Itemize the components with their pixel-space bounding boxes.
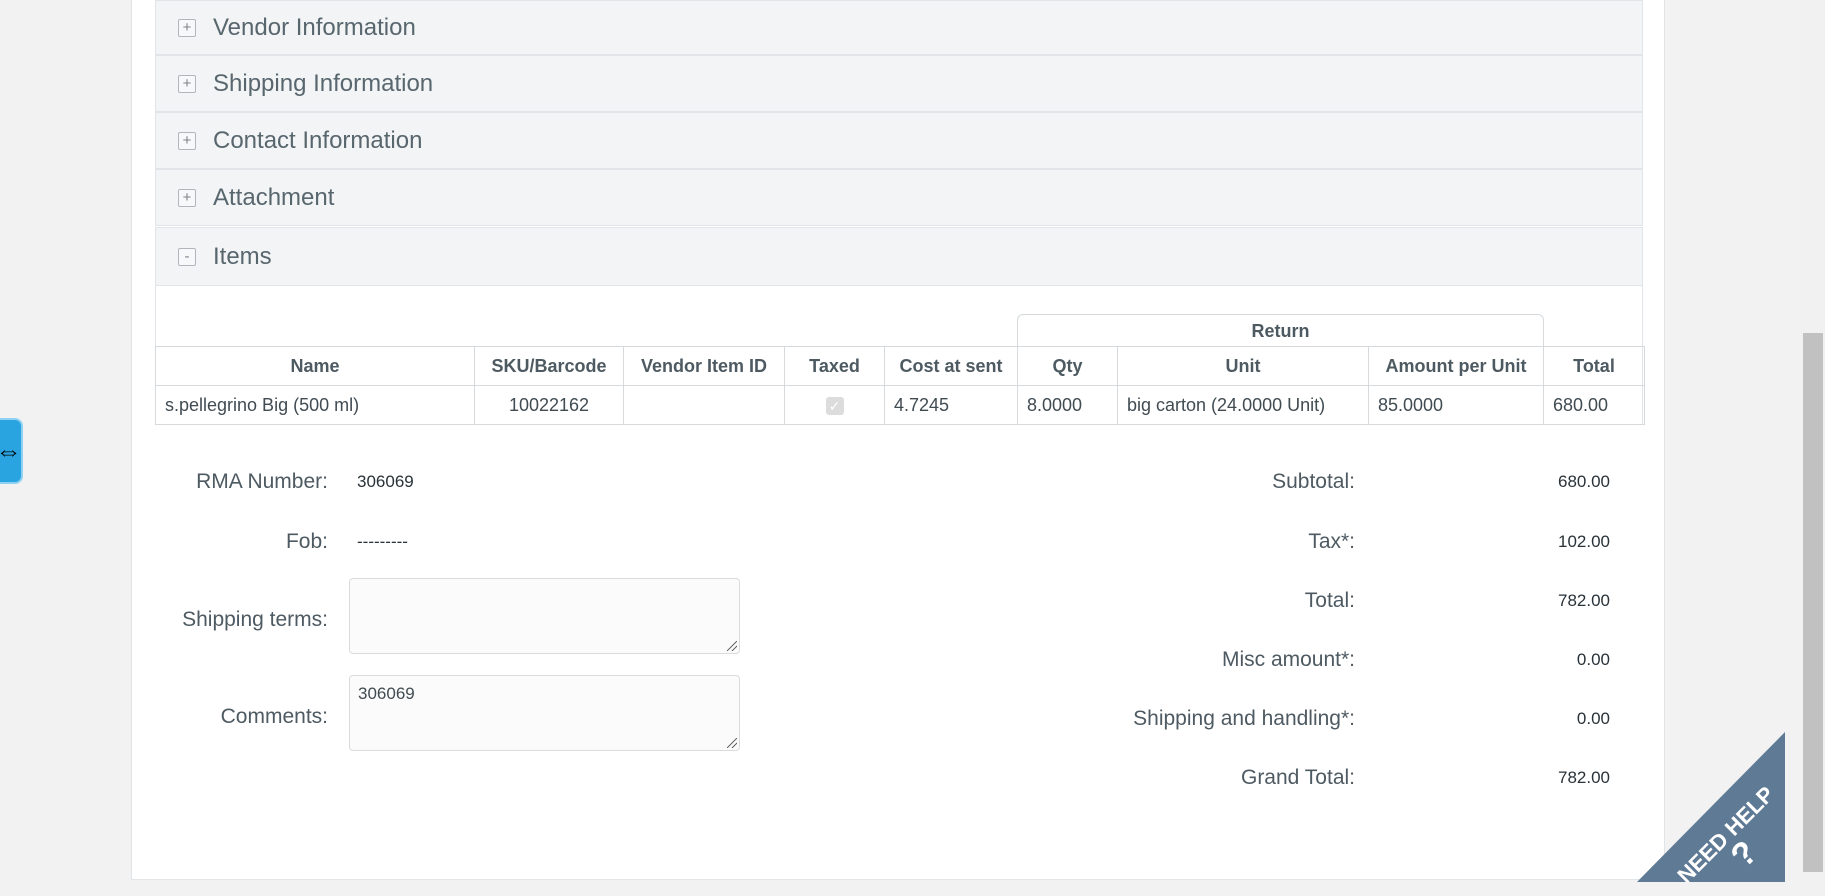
- expand-icon[interactable]: +: [178, 131, 196, 150]
- column-header-taxed: Taxed: [784, 346, 885, 386]
- panel-items[interactable]: - Items: [155, 227, 1643, 286]
- total-label: Total:: [1304, 589, 1355, 612]
- comments-textarea[interactable]: 306069: [349, 675, 740, 751]
- item-taxed-cell: ✓: [784, 385, 885, 425]
- column-header-amount-per-unit: Amount per Unit: [1368, 346, 1544, 386]
- column-header-cost-at-sent: Cost at sent: [884, 346, 1018, 386]
- fob-label: Fob:: [285, 530, 328, 553]
- misc-amount-label: Misc amount*:: [1221, 648, 1355, 671]
- item-unit: big carton (24.0000 Unit): [1117, 385, 1369, 425]
- tax-label: Tax*:: [1308, 530, 1355, 553]
- shipping-handling-label: Shipping and handling*:: [1133, 707, 1355, 730]
- panel-contact-information[interactable]: + Contact Information: [155, 112, 1643, 169]
- panel-vendor-information[interactable]: + Vendor Information: [155, 0, 1643, 55]
- swap-arrows-icon: ⇔: [0, 435, 22, 466]
- column-header-total: Total: [1543, 346, 1645, 386]
- item-amount-per-unit: 85.0000: [1368, 385, 1544, 425]
- column-header-vendor-item-id: Vendor Item ID: [623, 346, 785, 386]
- rma-number-label: RMA Number:: [196, 470, 328, 493]
- grand-total-value: 782.00: [1558, 768, 1610, 787]
- comments-text: 306069: [358, 684, 415, 703]
- panel-attachment[interactable]: + Attachment: [155, 169, 1643, 226]
- panel-title: Contact Information: [213, 126, 423, 154]
- column-header-sku: SKU/Barcode: [474, 346, 624, 386]
- item-name: s.pellegrino Big (500 ml): [155, 385, 475, 425]
- fob-value: ---------: [357, 532, 408, 551]
- item-qty: 8.0000: [1017, 385, 1118, 425]
- rma-number-value: 306069: [357, 472, 414, 491]
- taxed-checkbox[interactable]: ✓: [825, 396, 844, 415]
- item-sku: 10022162: [474, 385, 624, 425]
- panel-title: Attachment: [213, 183, 335, 211]
- shipping-handling-value: 0.00: [1576, 709, 1610, 728]
- subtotal-label: Subtotal:: [1272, 470, 1355, 493]
- column-header-name: Name: [155, 346, 475, 386]
- panel-title: Shipping Information: [213, 69, 434, 97]
- item-vendor-item-id: [623, 385, 785, 425]
- shipping-terms-textarea[interactable]: [349, 578, 740, 654]
- column-header-unit: Unit: [1117, 346, 1369, 386]
- table-header-row: Name SKU/Barcode Vendor Item ID Taxed Co…: [155, 346, 1645, 386]
- need-help-badge[interactable]: NEED HELP ?: [1637, 732, 1785, 882]
- grand-total-label: Grand Total:: [1240, 766, 1355, 789]
- tax-value: 102.00: [1558, 532, 1610, 551]
- expand-icon[interactable]: +: [178, 18, 196, 37]
- subtotal-value: 680.00: [1558, 472, 1610, 491]
- vertical-scrollbar-thumb[interactable]: [1803, 333, 1823, 872]
- resize-handle-icon[interactable]: [727, 738, 737, 748]
- comments-label: Comments:: [220, 705, 328, 728]
- item-cost-at-sent: 4.7245: [884, 385, 1018, 425]
- return-group-header: Return: [1017, 314, 1544, 347]
- shipping-terms-label: Shipping terms:: [182, 608, 328, 631]
- panel-title: Items: [213, 242, 272, 270]
- panel-shipping-information[interactable]: + Shipping Information: [155, 55, 1643, 112]
- item-total: 680.00: [1543, 385, 1645, 425]
- table-row: s.pellegrino Big (500 ml) 10022162 ✓ 4.7…: [155, 385, 1645, 425]
- resize-handle-icon[interactable]: [727, 641, 737, 651]
- collapse-icon[interactable]: -: [178, 247, 196, 266]
- column-header-qty: Qty: [1017, 346, 1118, 386]
- items-table: Name SKU/Barcode Vendor Item ID Taxed Co…: [155, 346, 1645, 425]
- panel-title: Vendor Information: [213, 13, 416, 41]
- side-toggle-tab[interactable]: ⇔: [0, 418, 23, 484]
- expand-icon[interactable]: +: [178, 74, 196, 93]
- misc-amount-value: 0.00: [1576, 650, 1610, 669]
- expand-icon[interactable]: +: [178, 188, 196, 207]
- total-value: 782.00: [1558, 591, 1610, 610]
